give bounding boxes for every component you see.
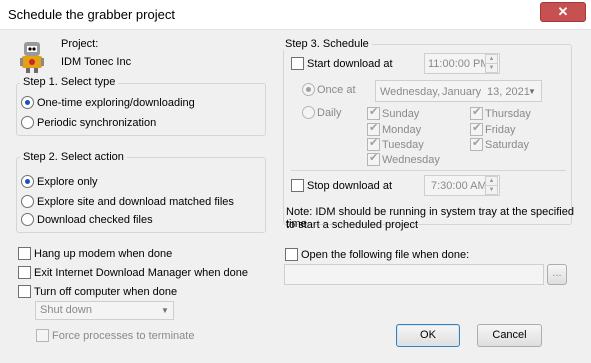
- start-time-field[interactable]: 11:00:00 PM ▲ ▼: [424, 53, 500, 74]
- project-name: IDM Tonec Inc: [61, 56, 132, 68]
- project-label: Project:: [61, 38, 99, 50]
- step1-title: Step 1. Select type: [20, 76, 119, 88]
- window-title: Schedule the grabber project: [8, 7, 175, 22]
- exit-idm-checkbox[interactable]: [18, 266, 31, 279]
- date-picker[interactable]: Wednesday, January 13, 2021 ▼: [375, 80, 542, 102]
- day-wednesday-label[interactable]: Wednesday: [382, 154, 440, 166]
- spin-down-icon[interactable]: ▼: [485, 63, 498, 73]
- radio-daily-label[interactable]: Daily: [317, 107, 341, 119]
- divider: [291, 170, 566, 171]
- close-button[interactable]: ✕: [540, 2, 586, 22]
- stop-download-checkbox[interactable]: [291, 179, 304, 192]
- stop-download-label[interactable]: Stop download at: [307, 180, 392, 192]
- radio-periodic[interactable]: [21, 116, 34, 129]
- date-rest: 13, 2021: [487, 86, 530, 98]
- day-saturday-label[interactable]: Saturday: [485, 139, 529, 151]
- start-time-value: 11:00:00 PM: [428, 58, 490, 70]
- day-thursday-label[interactable]: Thursday: [485, 108, 531, 120]
- radio-once-at-label[interactable]: Once at: [317, 84, 356, 96]
- turn-off-checkbox[interactable]: [18, 285, 31, 298]
- start-download-checkbox[interactable]: [291, 57, 304, 70]
- day-thursday-checkbox[interactable]: ✔: [470, 106, 483, 120]
- day-wednesday-checkbox[interactable]: ✔: [367, 152, 380, 166]
- day-monday-label[interactable]: Monday: [382, 124, 421, 136]
- day-friday-checkbox[interactable]: ✔: [470, 122, 483, 136]
- radio-explore-download[interactable]: [21, 195, 34, 208]
- stop-time-field[interactable]: 7:30:00 AM ▲ ▼: [424, 175, 500, 196]
- open-file-path-input[interactable]: [284, 264, 544, 285]
- radio-explore-download-label[interactable]: Explore site and download matched files: [37, 196, 234, 208]
- hangup-label[interactable]: Hang up modem when done: [34, 248, 172, 260]
- grabber-robot-icon: [20, 42, 44, 73]
- open-file-checkbox[interactable]: [285, 248, 298, 261]
- date-month: January: [442, 86, 482, 98]
- exit-idm-label[interactable]: Exit Internet Download Manager when done: [34, 267, 248, 279]
- hangup-checkbox[interactable]: [18, 247, 31, 260]
- radio-download-checked-label[interactable]: Download checked files: [37, 214, 153, 226]
- radio-once-at[interactable]: [302, 83, 315, 96]
- title-bar: Schedule the grabber project ✕: [0, 0, 591, 30]
- browse-button[interactable]: ...: [547, 264, 567, 285]
- day-saturday-checkbox[interactable]: ✔: [470, 137, 483, 151]
- radio-one-time[interactable]: [21, 96, 34, 109]
- day-tuesday-label[interactable]: Tuesday: [382, 139, 424, 151]
- cancel-button[interactable]: Cancel: [477, 324, 542, 347]
- shutdown-select[interactable]: Shut down ▼: [35, 301, 174, 320]
- date-day: Wednesday,: [380, 86, 441, 98]
- day-sunday-checkbox[interactable]: ✔: [367, 106, 380, 120]
- day-friday-label[interactable]: Friday: [485, 124, 516, 136]
- stop-time-value: 7:30:00 AM: [431, 180, 487, 192]
- open-file-label[interactable]: Open the following file when done:: [301, 249, 469, 261]
- radio-periodic-label[interactable]: Periodic synchronization: [37, 117, 156, 129]
- shutdown-select-value: Shut down: [40, 304, 92, 316]
- force-terminate-checkbox[interactable]: [36, 329, 49, 342]
- chevron-down-icon: ▼: [161, 306, 169, 315]
- force-terminate-label[interactable]: Force processes to terminate: [52, 330, 194, 342]
- ok-button[interactable]: OK: [396, 324, 460, 347]
- radio-daily[interactable]: [302, 106, 315, 119]
- radio-one-time-label[interactable]: One-time exploring/downloading: [37, 97, 195, 109]
- schedule-note-line2: to start a scheduled project: [286, 219, 419, 231]
- step2-title: Step 2. Select action: [20, 151, 127, 163]
- chevron-down-icon: ▼: [528, 87, 536, 96]
- radio-explore-only-label[interactable]: Explore only: [37, 176, 98, 188]
- turn-off-label[interactable]: Turn off computer when done: [34, 286, 177, 298]
- start-download-label[interactable]: Start download at: [307, 58, 393, 70]
- day-monday-checkbox[interactable]: ✔: [367, 122, 380, 136]
- spin-down-icon[interactable]: ▼: [485, 185, 498, 195]
- step3-title: Step 3. Schedule: [282, 38, 372, 50]
- day-sunday-label[interactable]: Sunday: [382, 108, 419, 120]
- radio-download-checked[interactable]: [21, 213, 34, 226]
- day-tuesday-checkbox[interactable]: ✔: [367, 137, 380, 151]
- radio-explore-only[interactable]: [21, 175, 34, 188]
